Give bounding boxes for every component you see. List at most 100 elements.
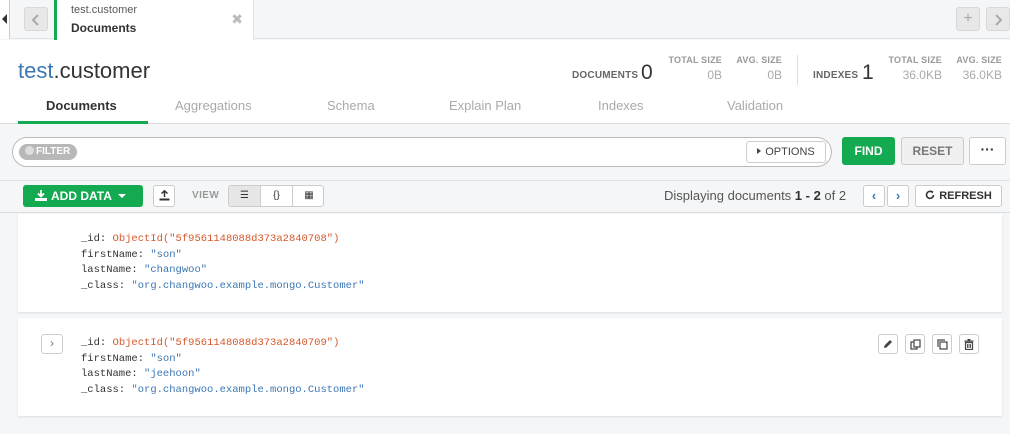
tab-schema[interactable]: Schema (327, 98, 375, 113)
field-key: lastName: (81, 264, 138, 276)
clone-icon (936, 339, 948, 350)
tab-namespace: test.customer (71, 4, 138, 16)
copy-icon (909, 339, 921, 350)
expand-document-button[interactable]: › (41, 334, 63, 354)
field-value[interactable]: "org.changwoo.example.mongo.Customer" (131, 280, 364, 292)
total-size-label: TOTAL SIZE (668, 55, 722, 65)
filter-input[interactable] (85, 142, 745, 162)
trash-icon (964, 339, 974, 351)
edit-document-button[interactable] (878, 334, 898, 354)
sidebar-collapse-toggle[interactable] (0, 0, 10, 39)
avg-size-value: 0B (767, 68, 782, 82)
field-lastname: lastName: "changwoo" (81, 263, 365, 279)
index-total-size-label: TOTAL SIZE (888, 55, 942, 65)
field-class: _class: "org.changwoo.example.mongo.Cust… (81, 279, 365, 295)
caret-left-icon (2, 14, 7, 24)
avg-size-label: AVG. SIZE (736, 55, 782, 65)
indexes-label: INDEXES (813, 70, 859, 81)
view-label: VIEW (192, 190, 220, 201)
options-button[interactable]: OPTIONS (746, 141, 826, 163)
field-value[interactable]: "son" (150, 353, 182, 365)
field-id: _id: ObjectId("5f9561148088d373a2840709"… (81, 336, 365, 352)
add-data-label: ADD DATA (51, 189, 112, 203)
document-card[interactable]: › _id: ObjectId("5f9561148088d373a284070… (18, 318, 1002, 416)
tab-indexes[interactable]: Indexes (598, 98, 644, 113)
view-switcher: ☰ {} ▦ (228, 185, 324, 207)
page-title: test.customer (18, 58, 150, 84)
chevron-left-icon (31, 14, 39, 26)
tab-subtitle: Documents (71, 21, 137, 35)
field-class: _class: "org.changwoo.example.mongo.Cust… (81, 383, 365, 399)
field-key: lastName: (81, 368, 138, 380)
caret-right-icon (757, 148, 762, 154)
field-key: _class: (81, 279, 126, 292)
add-data-button[interactable]: ADD DATA (23, 185, 143, 207)
field-value[interactable]: ObjectId("5f9561148088d373a2840709") (113, 337, 340, 349)
upload-icon (159, 189, 169, 201)
export-collection-button[interactable] (153, 185, 175, 207)
query-bar: FILTER OPTIONS FIND RESET ··· (0, 125, 1010, 181)
caret-down-icon (117, 194, 126, 198)
field-value[interactable]: "org.changwoo.example.mongo.Customer" (131, 384, 364, 396)
filter-label: FILTER (36, 146, 71, 157)
tab-test-customer[interactable]: test.customer Documents ✖ (54, 0, 254, 40)
field-value[interactable]: "changwoo" (144, 264, 207, 276)
find-button[interactable]: FIND (842, 137, 895, 165)
displaying-range: 1 - 2 (794, 188, 821, 203)
field-value[interactable]: "jeehoon" (144, 368, 201, 380)
info-icon (25, 146, 34, 155)
tab-back-button[interactable] (24, 7, 48, 31)
close-tab-icon[interactable]: ✖ (231, 11, 243, 28)
filter-box[interactable]: FILTER OPTIONS (12, 137, 832, 167)
document-card[interactable]: _id: ObjectId("5f9561148088d373a2840708"… (18, 214, 1002, 312)
field-firstname: firstName: "son" (81, 248, 365, 264)
displaying-total: 2 (838, 188, 847, 203)
displaying-of: of (820, 188, 839, 203)
field-key: firstName: (81, 352, 145, 365)
stats-divider (797, 55, 798, 85)
index-avg-size-value: 36.0KB (962, 68, 1002, 82)
field-key: _id: (81, 233, 107, 245)
indexes-count: 1 (862, 61, 874, 84)
field-firstname: firstName: "son" (81, 352, 365, 368)
new-tab-button[interactable]: + (956, 7, 980, 31)
tab-forward-button[interactable] (986, 7, 1010, 31)
list-view-button[interactable]: ☰ (229, 186, 261, 206)
field-value[interactable]: ObjectId("5f9561148088d373a2840708") (113, 233, 340, 245)
tab-documents[interactable]: Documents (46, 98, 117, 113)
tab-validation[interactable]: Validation (727, 98, 783, 113)
refresh-label: REFRESH (939, 190, 992, 202)
field-key: _id: (81, 337, 107, 349)
index-avg-size-label: AVG. SIZE (956, 55, 1002, 65)
field-key: firstName: (81, 248, 145, 261)
title-database[interactable]: test (18, 58, 53, 83)
field-lastname: lastName: "jeehoon" (81, 367, 365, 383)
document-fields: _id: ObjectId("5f9561148088d373a2840708"… (81, 232, 365, 294)
collection-header: test.customer DOCUMENTS 0 TOTAL SIZE 0B … (0, 40, 1010, 124)
refresh-button[interactable]: REFRESH (915, 185, 1002, 207)
total-size-value: 0B (707, 68, 722, 82)
copy-document-button[interactable] (905, 334, 925, 354)
pagination-summary: Displaying documents 1 - 2 of 2 (664, 188, 846, 203)
delete-document-button[interactable] (959, 334, 979, 354)
next-page-button[interactable]: › (887, 185, 909, 207)
documents-label: DOCUMENTS (572, 70, 639, 81)
clone-document-button[interactable] (932, 334, 952, 354)
json-view-button[interactable]: {} (261, 186, 293, 206)
reset-button[interactable]: RESET (901, 137, 964, 165)
chevron-right-icon (995, 14, 1003, 26)
more-options-button[interactable]: ··· (969, 137, 1006, 165)
tab-aggregations[interactable]: Aggregations (175, 98, 252, 113)
table-view-button[interactable]: ▦ (293, 186, 323, 206)
documents-count: 0 (641, 61, 653, 84)
prev-page-button[interactable]: ‹ (863, 185, 885, 207)
pencil-icon (884, 340, 892, 348)
field-value[interactable]: "son" (150, 249, 182, 261)
filter-pill: FILTER (19, 144, 78, 160)
index-total-size-value: 36.0KB (902, 68, 942, 82)
refresh-icon (925, 190, 935, 200)
active-tab-indicator (18, 121, 148, 124)
download-icon (35, 190, 47, 201)
displaying-prefix: Displaying documents (664, 188, 795, 203)
tab-explain-plan[interactable]: Explain Plan (449, 98, 521, 113)
